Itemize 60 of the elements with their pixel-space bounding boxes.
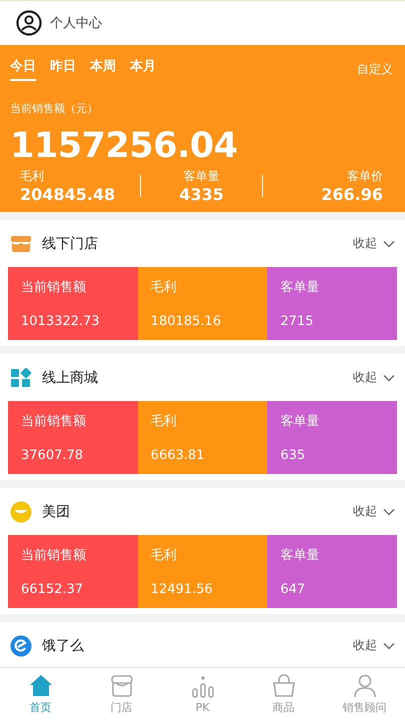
nav-tab[interactable]: 销售顾问 [324, 668, 405, 720]
chevron-down-icon [383, 508, 395, 516]
stat-label: 客单价 [346, 168, 383, 185]
metric-label: 当前销售额 [21, 547, 87, 564]
home-icon [28, 673, 54, 699]
letter-e-icon [10, 634, 32, 656]
period-tab[interactable]: 本周 [90, 57, 116, 81]
total-value: 1157256.04 [10, 126, 238, 166]
nav-tab[interactable]: 门店 [81, 668, 162, 720]
metric-value: 12491.56 [150, 582, 214, 597]
metric-value: 2715 [280, 314, 314, 329]
stat-value: 204845.48 [20, 185, 116, 204]
store-icon [108, 673, 134, 699]
period-tab[interactable]: 今日 [10, 57, 36, 81]
metric-label: 毛利 [150, 547, 178, 564]
custom-button[interactable]: 自定义 [357, 60, 393, 78]
channel-name: 线上商城 [42, 368, 98, 386]
nav-tab[interactable]: 首页 [0, 668, 81, 720]
channel-name: 饿了么 [42, 636, 84, 654]
chevron-down-icon [383, 374, 395, 382]
metric-label: 当前销售额 [21, 279, 87, 296]
grid-icon [10, 368, 32, 388]
metric-label: 客单量 [280, 413, 320, 430]
stat-label: 毛利 [20, 168, 45, 185]
nav-tab[interactable]: 商品 [243, 668, 324, 720]
metric-value: 635 [280, 448, 306, 463]
metric-value: 6663.81 [150, 448, 206, 463]
user-icon [16, 10, 42, 36]
period-tab[interactable]: 昨日 [50, 57, 76, 81]
metric-label: 毛利 [150, 279, 178, 296]
person-icon [352, 673, 378, 699]
collapse-button[interactable]: 收起 [353, 235, 395, 252]
bar-chart-icon [190, 674, 216, 700]
metric-value: 647 [280, 582, 306, 597]
bag-icon [270, 673, 296, 699]
metric-value: 180185.16 [150, 314, 222, 329]
total-label: 当前销售额（元） [10, 101, 99, 116]
stat-label: 客单量 [183, 168, 220, 185]
store-icon [10, 234, 32, 252]
metric-label: 客单量 [280, 547, 320, 564]
period-tab[interactable]: 本月 [130, 57, 156, 81]
stat-value: 266.96 [321, 185, 383, 204]
collapse-button[interactable]: 收起 [353, 503, 395, 520]
metric-label: 当前销售额 [21, 413, 87, 430]
metric-value: 66152.37 [21, 582, 84, 597]
collapse-button[interactable]: 收起 [353, 369, 395, 386]
channel-name: 美团 [42, 502, 70, 520]
metric-label: 毛利 [150, 413, 178, 430]
nav-tab[interactable]: PK [162, 668, 243, 720]
header-title[interactable]: 个人中心 [50, 14, 102, 32]
collapse-button[interactable]: 收起 [353, 637, 395, 654]
metric-value: 1013322.73 [21, 314, 101, 329]
bird-icon [10, 500, 32, 522]
chevron-down-icon [383, 642, 395, 650]
stat-value: 4335 [179, 185, 224, 204]
channel-name: 线下门店 [42, 234, 98, 252]
avatar-button[interactable] [16, 10, 42, 36]
metric-label: 客单量 [280, 279, 320, 296]
chevron-down-icon [383, 240, 395, 248]
metric-value: 37607.78 [21, 448, 84, 463]
